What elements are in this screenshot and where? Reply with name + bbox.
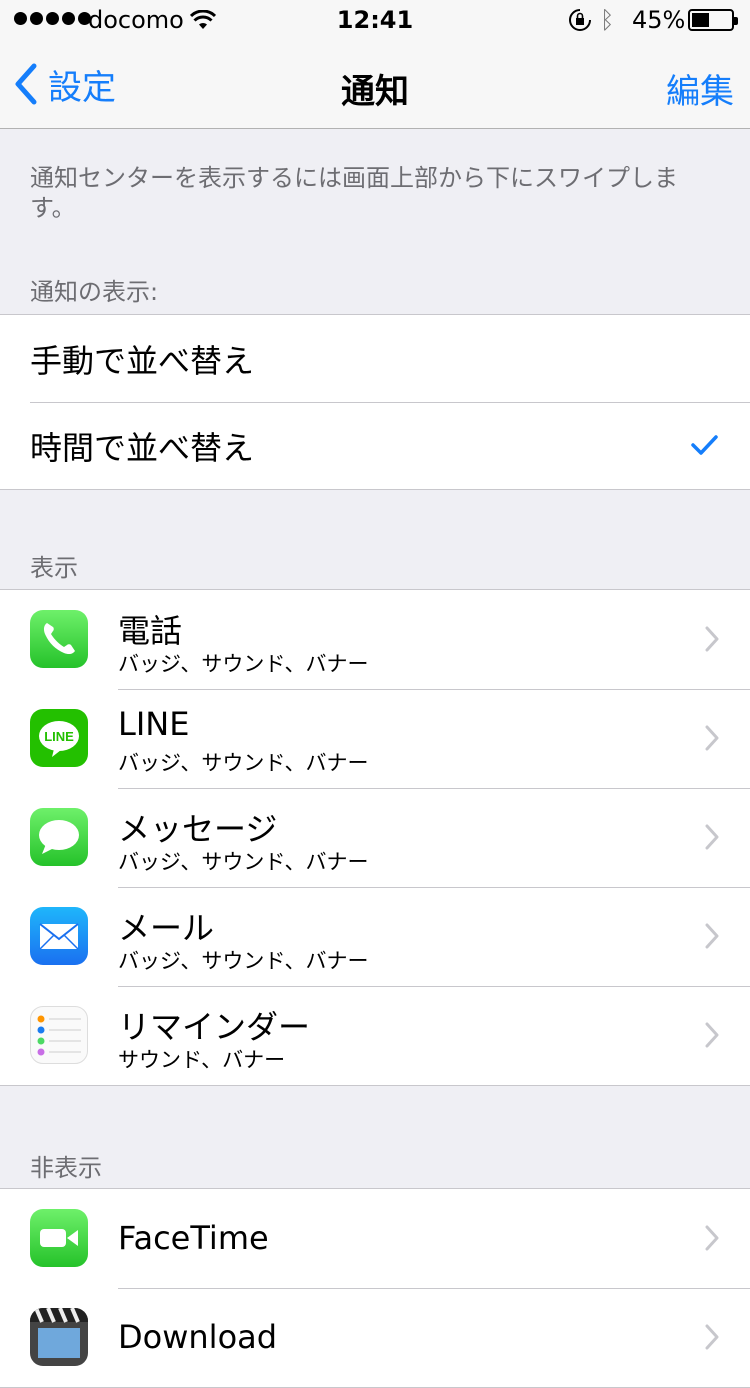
- sort-by-time-option[interactable]: 時間で並べ替え: [0, 402, 750, 489]
- app-row-line[interactable]: LINE LINE バッジ、サウンド、バナー: [0, 689, 750, 788]
- status-bar: docomo 12:41 ᛒ 45%: [0, 0, 750, 40]
- messages-icon: [30, 808, 88, 866]
- app-row-reminders[interactable]: リマインダー サウンド、バナー: [0, 986, 750, 1085]
- shown-apps-group: 電話 バッジ、サウンド、バナー LINE LINE バッジ、サウンド、バナー メ…: [0, 589, 750, 1086]
- battery-percent: 45%: [632, 6, 686, 34]
- rotation-lock-icon: [568, 8, 592, 38]
- hidden-apps-group: FaceTime Download: [0, 1188, 750, 1388]
- app-name: Download: [118, 1318, 278, 1356]
- battery-icon: [688, 9, 738, 31]
- chevron-right-icon: [705, 725, 719, 751]
- app-name: リマインダー: [118, 1008, 311, 1046]
- app-row-messages[interactable]: メッセージ バッジ、サウンド、バナー: [0, 788, 750, 887]
- app-row-phone[interactable]: 電話 バッジ、サウンド、バナー: [0, 590, 750, 689]
- app-name: 電話: [118, 612, 183, 650]
- app-name: LINE: [118, 705, 190, 743]
- app-row-mail[interactable]: メール バッジ、サウンド、バナー: [0, 887, 750, 986]
- chevron-right-icon: [705, 1225, 719, 1251]
- chevron-right-icon: [705, 1324, 719, 1350]
- app-name: FaceTime: [118, 1219, 269, 1257]
- bluetooth-icon: ᛒ: [600, 6, 615, 34]
- app-alert-detail: サウンド、バナー: [118, 1048, 286, 1072]
- chevron-right-icon: [705, 1022, 719, 1048]
- reminders-icon: [30, 1006, 88, 1064]
- sort-manual-option[interactable]: 手動で並べ替え: [0, 315, 750, 402]
- app-row-facetime[interactable]: FaceTime: [0, 1189, 750, 1288]
- app-row-download[interactable]: Download: [0, 1288, 750, 1387]
- chevron-right-icon: [705, 824, 719, 850]
- app-name: メール: [118, 909, 215, 947]
- navigation-bar: 設定 通知 編集: [0, 40, 750, 129]
- app-alert-detail: バッジ、サウンド、バナー: [118, 949, 369, 973]
- chevron-right-icon: [705, 626, 719, 652]
- phone-icon: [30, 610, 88, 668]
- mail-icon: [30, 907, 88, 965]
- sort-manual-label: 手動で並べ替え: [30, 341, 255, 380]
- section-header-hidden: 非表示: [30, 1154, 102, 1182]
- sort-by-time-label: 時間で並べ替え: [30, 428, 255, 467]
- app-alert-detail: バッジ、サウンド、バナー: [118, 652, 369, 676]
- section-header-sort: 通知の表示:: [30, 278, 159, 306]
- chevron-right-icon: [705, 923, 719, 949]
- app-alert-detail: バッジ、サウンド、バナー: [118, 850, 369, 874]
- facetime-icon: [30, 1209, 88, 1267]
- page-title: 通知: [341, 72, 409, 112]
- line-icon: LINE: [30, 709, 88, 767]
- section-header-shown: 表示: [30, 554, 78, 582]
- checkmark-icon: [691, 435, 718, 455]
- battery-level: [692, 13, 709, 27]
- notification-center-hint: 通知センターを表示するには画面上部から下にスワイプします。: [30, 164, 678, 222]
- app-name: メッセージ: [118, 810, 278, 848]
- line-icon-text: LINE: [44, 729, 74, 744]
- download-icon: [30, 1308, 88, 1366]
- edit-button[interactable]: 編集: [666, 64, 734, 113]
- sort-options-group: 手動で並べ替え 時間で並べ替え: [0, 314, 750, 490]
- app-alert-detail: バッジ、サウンド、バナー: [118, 751, 369, 775]
